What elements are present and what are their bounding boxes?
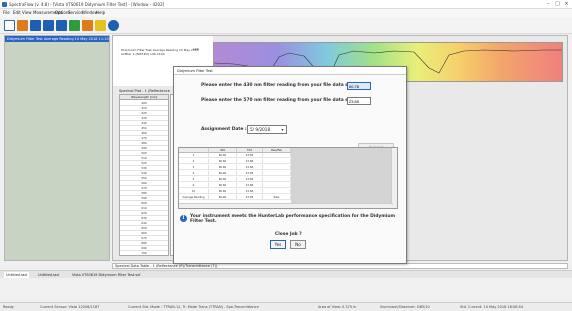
grid-cell: 5 [179,177,209,182]
document-tabs: Untitled.ssd Untitled.ssd Vista VTS0619 … [0,270,572,278]
settings-icon[interactable] [95,20,106,31]
grid-cell: 60.60 [209,171,237,176]
yes-button[interactable]: Yes [270,240,286,249]
grid-empty-area [291,148,391,208]
status-illuminant: Illuminant/Observer: D65/10 [380,305,430,309]
toolbar [0,17,572,34]
menu-view[interactable]: View [22,10,32,15]
grid-cell: 10 [179,189,209,194]
grid-cell: 23.68 [237,159,263,164]
grid-cell: 23.68 [237,183,263,188]
info-icon: i [180,215,187,222]
left-panel: Didymium Filter Test Average Reading 10 … [4,35,110,261]
grid-cell [263,165,291,170]
open-icon[interactable] [17,20,28,31]
wavelength-header: Wavelength [nm] [120,95,168,100]
wavelength-row: 700 [120,251,168,255]
assignment-date-value: 5/ 9/2018 [250,127,271,132]
minimize-button[interactable]: – [544,1,553,8]
print-icon[interactable] [56,20,67,31]
new-icon[interactable] [4,20,15,31]
grid-cell [263,183,291,188]
grid-cell: Pass [263,195,291,200]
grid-horizontal-scrollbar[interactable] [179,203,393,208]
grid-cell: 23.68 [237,165,263,170]
grid-cell: 23.68 [237,177,263,182]
spectral-plot-title: Spectral Plot - 1 (Reflectance [119,89,170,93]
assignment-label: Assignment Date : [201,127,247,132]
menu-file[interactable]: File [3,10,10,15]
measure-icon[interactable] [69,20,80,31]
grid-cell: 60.60 [209,183,237,188]
status-date: Std. Current: 10 May 2018 18:08:54 [460,305,524,309]
dialog-title: Didymium Filter Test [174,67,406,75]
grid-cell [263,159,291,164]
tab-didymium-test[interactable]: Vista VTS0619 Didymium Filter Test.ssf [70,272,142,278]
wavelength-table: Wavelength [nm] 400 410 420 430 440 450 460 470… [119,94,169,256]
help-icon[interactable] [108,20,119,31]
grid-cell: 60.60 [209,195,237,200]
save-icon[interactable] [30,20,41,31]
readings-grid: 430 570 Pass/Fail 1 60.60 23.68 2 60.60 23.68 3 60… [178,147,398,209]
input-430[interactable] [347,82,371,90]
grid-cell: 23.68 [237,195,263,200]
tab-untitled-2[interactable]: Untitled.ssd [36,272,61,278]
menu-edit[interactable]: Edit [13,10,21,15]
grid-cell: 2 [179,159,209,164]
grid-cell: 1 [179,153,209,158]
grid-cell [263,177,291,182]
grid-cell: 60.60 [209,165,237,170]
close-job-label: Close Job ? [275,232,302,237]
status-mode: Current Std. Mode : TTRAN-12, Tr. Mode T… [128,305,259,309]
menu-help[interactable]: Help [96,10,105,15]
grid-cell [263,153,291,158]
y-axis-top-label: 100 [193,47,199,51]
prompt-570: Please enter the 570 nm filter reading f… [201,98,360,103]
grid-vertical-scrollbar[interactable] [391,148,397,208]
window-title: SpectraFlow (v. 4.8) - [Vista VTS0619 Di… [9,2,165,7]
grid-cell: 3 [179,165,209,170]
app-icon [2,2,7,7]
grid-cell: 23.68 [237,153,263,158]
status-bar: Ready Current Sensor: Vista 12006/1187 C… [0,302,572,311]
grid-cell: 60.60 [209,177,237,182]
grid-cell: 60.60 [209,153,237,158]
grid-cell: 4 [179,171,209,176]
grid-cell [263,189,291,194]
chart-subtitle: Avfilter 1 (NIST#2) 190-1100 [121,52,165,56]
export-icon[interactable] [82,20,93,31]
menu-service[interactable]: Service [68,10,83,15]
chevron-down-icon[interactable]: ▾ [279,126,286,133]
tab-untitled-1[interactable]: Untitled.ssd [4,272,29,278]
grid-cell: 6 [179,183,209,188]
prompt-430: Please enter the 430 nm filter reading f… [201,83,360,88]
title-bar: SpectraFlow (v. 4.8) - [Vista VTS0619 Di… [0,0,572,9]
grid-cell: Average Reading [179,195,209,200]
left-panel-body [5,42,109,260]
status-sensor: Current Sensor: Vista 12006/1187 [40,305,100,309]
status-ready: Ready [3,305,14,309]
status-area: Area of View: 0.375 in [318,305,357,309]
grid-cell: 23.68 [237,189,263,194]
no-button[interactable]: No [290,240,306,249]
close-button[interactable]: × [562,1,571,8]
grid-cell: 23.68 [237,171,263,176]
save-all-icon[interactable] [43,20,54,31]
maximize-button[interactable]: □ [553,1,562,8]
grid-cell: 60.60 [209,189,237,194]
grid-cell: 60.60 [209,159,237,164]
grid-cell [263,171,291,176]
result-message: Your instrument meets the HunterLab perf… [190,214,396,224]
assignment-date-picker[interactable]: 5/ 9/2018 ▾ [247,125,287,134]
input-570[interactable] [347,97,371,105]
menu-bar: File Edit View Measurements Options Serv… [0,9,572,17]
didymium-dialog: Didymium Filter Test Please enter the 43… [173,66,407,264]
